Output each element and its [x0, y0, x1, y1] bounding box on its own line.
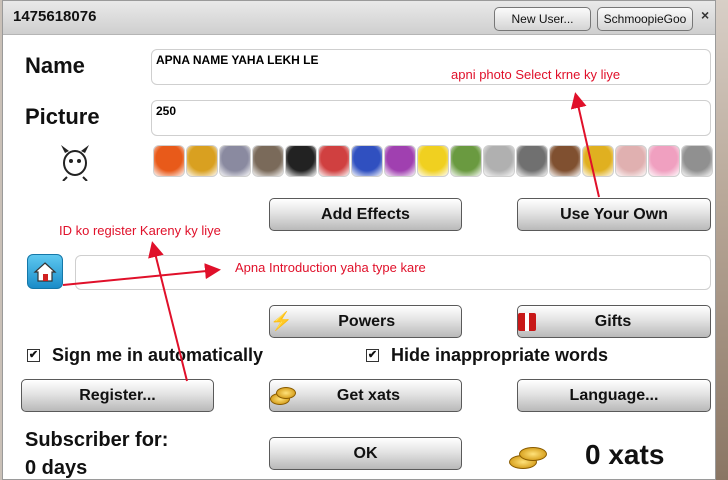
- picture-label: Picture: [25, 104, 100, 129]
- new-user-button[interactable]: New User...: [494, 7, 591, 31]
- blue-hair-avatar-icon[interactable]: [351, 145, 383, 177]
- profile-dialog: 1475618076 New User... SchmoopieGoo × Na…: [2, 0, 716, 480]
- bug-avatar-icon[interactable]: [681, 145, 713, 177]
- xats-coins-icon: [509, 443, 549, 471]
- window-title: 1475618076: [13, 8, 97, 25]
- pig-avatar-icon[interactable]: [648, 145, 680, 177]
- avatar-strip: [153, 145, 713, 181]
- current-avatar-preview: [57, 143, 93, 182]
- garfield-avatar-icon[interactable]: [153, 145, 185, 177]
- powers-button[interactable]: ⚡ Powers: [269, 305, 462, 338]
- language-button[interactable]: Language...: [517, 379, 711, 412]
- sign-in-label: Sign me in automatically: [52, 345, 264, 365]
- checkmark-icon[interactable]: ✔: [366, 349, 379, 362]
- background-right: [714, 0, 728, 480]
- subscriber-days: 0 days: [25, 457, 88, 479]
- intro-annotation: Apna Introduction yaha type kare: [235, 260, 426, 275]
- name-label: Name: [25, 53, 85, 78]
- photo-annotation: apni photo Select krne ky liye: [451, 67, 621, 82]
- ok-button[interactable]: OK: [269, 437, 462, 470]
- ultraman-avatar-icon[interactable]: [483, 145, 515, 177]
- hide-inappropriate-words-checkbox[interactable]: ✔ Hide inappropriate words: [366, 345, 608, 366]
- get-xats-button[interactable]: Get xats: [269, 379, 462, 412]
- frankenstein-avatar-icon[interactable]: [450, 145, 482, 177]
- gifts-button[interactable]: Gifts: [517, 305, 711, 338]
- spaceship-avatar-icon[interactable]: [219, 145, 251, 177]
- home-button[interactable]: [27, 254, 63, 289]
- sign-in-automatically-checkbox[interactable]: ✔ Sign me in automatically: [27, 345, 263, 366]
- profile-name-button[interactable]: SchmoopieGoo: [597, 7, 693, 31]
- register-button[interactable]: Register...: [21, 379, 214, 412]
- get-xats-label: Get xats: [336, 386, 401, 404]
- name-input[interactable]: APNA NAME YAHA LEKH LE: [151, 49, 711, 85]
- bird-white-avatar-icon[interactable]: [615, 145, 647, 177]
- girl-avatar-icon[interactable]: [318, 145, 350, 177]
- subscriber-label: Subscriber for:: [25, 429, 169, 451]
- c3po-avatar-icon[interactable]: [186, 145, 218, 177]
- add-effects-button[interactable]: Add Effects: [269, 198, 462, 231]
- tweety-avatar-icon[interactable]: [417, 145, 449, 177]
- close-icon[interactable]: ×: [701, 7, 715, 29]
- xats-balance: 0 xats: [585, 439, 665, 470]
- home-icon: [33, 261, 57, 282]
- lightning-icon: ⚡: [270, 311, 293, 331]
- checkmark-icon[interactable]: ✔: [27, 349, 40, 362]
- detective-avatar-icon[interactable]: [549, 145, 581, 177]
- bird-avatar-icon[interactable]: [252, 145, 284, 177]
- powers-label: Powers: [338, 312, 396, 330]
- gift-icon: [518, 312, 536, 331]
- hide-words-label: Hide inappropriate words: [391, 345, 609, 365]
- dc-logo-avatar-icon[interactable]: [285, 145, 317, 177]
- alien-avatar-icon[interactable]: [516, 145, 548, 177]
- pikachu-avatar-icon[interactable]: [582, 145, 614, 177]
- register-annotation: ID ko register Kareny ky liye: [59, 223, 221, 238]
- purple-avatar-icon[interactable]: [384, 145, 416, 177]
- title-bar: 1475618076 New User... SchmoopieGoo ×: [3, 1, 715, 35]
- picture-input[interactable]: 250: [151, 100, 711, 136]
- gifts-label: Gifts: [594, 312, 632, 330]
- use-your-own-button[interactable]: Use Your Own: [517, 198, 711, 231]
- coins-icon: [270, 386, 296, 405]
